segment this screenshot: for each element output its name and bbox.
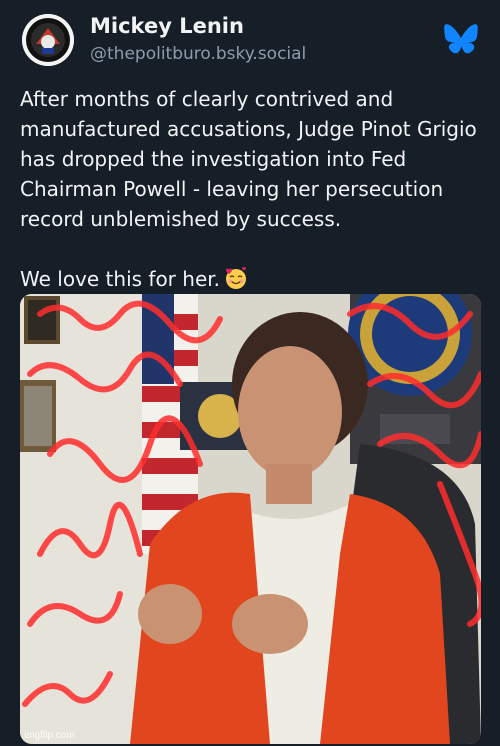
post-paragraph: After months of clearly contrived and ma… (20, 87, 477, 231)
post-image[interactable]: imgflip.com (20, 294, 481, 744)
office-photo (20, 294, 481, 744)
imgflip-watermark: imgflip.com (24, 730, 75, 741)
avatar-logo-icon (22, 14, 74, 66)
smiling-face-with-hearts-icon (224, 266, 248, 290)
post-paragraph: We love this for her. (20, 264, 482, 294)
bluesky-butterfly-icon[interactable] (444, 24, 478, 54)
post-paragraph-text: We love this for her. (20, 267, 220, 291)
author-display-name[interactable]: Mickey Lenin (90, 14, 244, 38)
author-handle[interactable]: @thepolitburo.bsky.social (90, 44, 306, 64)
avatar[interactable] (22, 14, 74, 66)
post-card: Mickey Lenin @thepolitburo.bsky.social A… (0, 0, 500, 746)
post-body: After months of clearly contrived and ma… (20, 84, 482, 294)
